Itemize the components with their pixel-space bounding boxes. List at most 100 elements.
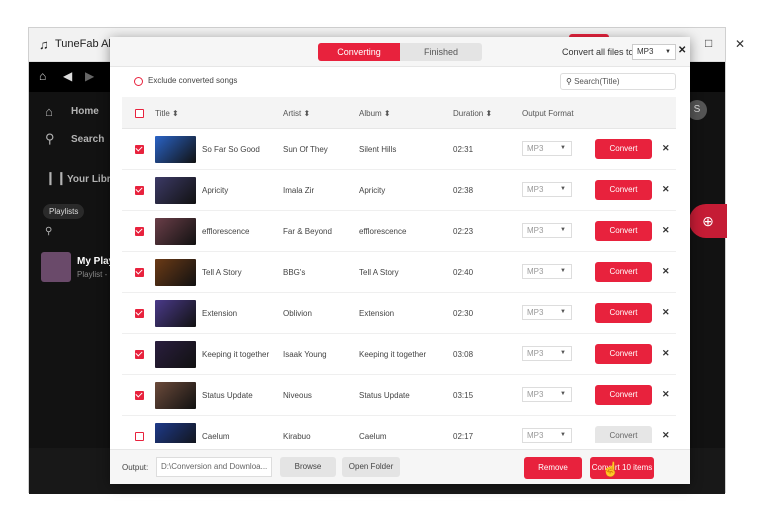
row-checkbox[interactable] (135, 145, 144, 154)
song-album: Caelum (359, 432, 387, 441)
remove-row-icon[interactable]: ✕ (662, 143, 670, 154)
album-art (155, 423, 196, 443)
album-art (155, 259, 196, 286)
chevron-down-icon: ▼ (560, 268, 566, 274)
song-album: Extension (359, 309, 395, 318)
window-close-icon[interactable]: ✕ (735, 37, 745, 51)
sidebar-library: Your Libra (67, 174, 117, 185)
remove-row-icon[interactable]: ✕ (662, 307, 670, 318)
song-title: Status Update (202, 391, 253, 400)
row-format-value: MP3 (527, 226, 544, 235)
remove-row-icon[interactable]: ✕ (662, 266, 670, 277)
row-convert-button[interactable]: Convert (595, 344, 652, 364)
table-row: efflorescence Far & Beyond efflorescence 02… (122, 211, 676, 252)
row-convert-button[interactable]: Convert (595, 303, 652, 323)
row-format-select[interactable]: MP3 ▼ (522, 305, 572, 320)
row-format-select[interactable]: MP3 ▼ (522, 264, 572, 279)
open-folder-button[interactable]: Open Folder (342, 457, 400, 477)
tab-finished[interactable]: Finished (400, 43, 482, 61)
screen: ♫ TuneFab All- □ ✕ ⌂ ◀ ▶ ⌂ Home ⚲ Search… (0, 0, 768, 523)
browse-button[interactable]: Browse (280, 457, 336, 477)
row-checkbox[interactable] (135, 309, 144, 318)
row-convert-button[interactable]: Convert (595, 385, 652, 405)
song-title: Extension (202, 309, 238, 318)
row-format-select[interactable]: MP3 ▼ (522, 387, 572, 402)
row-format-select[interactable]: MP3 ▼ (522, 223, 572, 238)
song-duration: 03:08 (453, 350, 474, 359)
song-duration: 02:30 (453, 309, 474, 318)
forward-arrow-icon: ▶ (85, 69, 95, 83)
search-icon: ⚲ (566, 77, 572, 86)
row-format-select[interactable]: MP3 ▼ (522, 182, 572, 197)
exclude-converted-radio[interactable] (134, 77, 143, 86)
album-art (155, 341, 196, 368)
song-album: Status Update (359, 391, 410, 400)
convert-all-format-value: MP3 (637, 47, 654, 56)
song-title: Caelum (202, 432, 230, 441)
column-duration[interactable]: Duration ⬍ (453, 109, 492, 118)
song-artist: Isaak Young (283, 350, 327, 359)
song-duration: 02:17 (453, 432, 474, 441)
album-art (155, 218, 196, 245)
row-checkbox[interactable] (135, 350, 144, 359)
home-nav-icon: ⌂ (39, 69, 47, 83)
row-checkbox[interactable] (135, 268, 144, 277)
table-row: Apricity Imala Zir Apricity 02:38 MP3 ▼ Conver… (122, 170, 676, 211)
album-art (155, 136, 196, 163)
table-row: Extension Oblivion Extension 02:30 MP3 ▼ Conve… (122, 293, 676, 334)
row-convert-button[interactable]: Convert (595, 139, 652, 159)
row-format-value: MP3 (527, 267, 544, 276)
library-icon: ❙❙ (45, 170, 67, 185)
row-convert-button[interactable]: Convert (595, 180, 652, 200)
dialog-close-icon[interactable]: ✕ (678, 45, 686, 56)
mouse-cursor-icon: ☝ (602, 461, 620, 477)
column-album[interactable]: Album ⬍ (359, 109, 391, 118)
remove-row-icon[interactable]: ✕ (662, 430, 670, 441)
playlist-title: My Play (77, 256, 115, 267)
convert-all-label: Convert all files to: (562, 47, 637, 57)
output-path-field[interactable]: D:\Conversion and Downloa... (156, 457, 272, 477)
song-album: Silent Hills (359, 145, 397, 154)
convert-all-format-select[interactable]: MP3 ▼ (632, 44, 676, 60)
song-album: Apricity (359, 186, 386, 195)
row-convert-button[interactable]: Convert (595, 262, 652, 282)
row-format-value: MP3 (527, 185, 544, 194)
chevron-down-icon: ▼ (560, 227, 566, 233)
remove-button[interactable]: Remove (524, 457, 582, 479)
row-format-select[interactable]: MP3 ▼ (522, 141, 572, 156)
row-checkbox[interactable] (135, 227, 144, 236)
exclude-converted-label: Exclude converted songs (148, 76, 238, 85)
remove-row-icon[interactable]: ✕ (662, 184, 670, 195)
row-format-select[interactable]: MP3 ▼ (522, 428, 572, 443)
sidebar-search: Search (71, 134, 105, 145)
output-label: Output: (122, 463, 149, 472)
row-convert-button[interactable]: Convert (595, 426, 652, 443)
remove-row-icon[interactable]: ✕ (662, 389, 670, 400)
row-convert-button[interactable]: Convert (595, 221, 652, 241)
row-checkbox[interactable] (135, 391, 144, 400)
column-title[interactable]: Title ⬍ (155, 109, 179, 118)
window-maximize-icon[interactable]: □ (705, 36, 712, 50)
table-row: Caelum Kirabuo Caelum 02:17 MP3 ▼ Convert ✕ (122, 416, 676, 443)
chevron-down-icon: ▼ (560, 432, 566, 438)
app-logo-icon: ♫ (39, 37, 49, 52)
row-format-value: MP3 (527, 431, 544, 440)
tab-converting[interactable]: Converting (318, 43, 400, 61)
library-search-icon: ⚲ (45, 226, 53, 237)
remove-row-icon[interactable]: ✕ (662, 225, 670, 236)
background-app-title: TuneFab All- (55, 38, 117, 50)
remove-row-icon[interactable]: ✕ (662, 348, 670, 359)
search-input[interactable]: ⚲ Search(Title) (560, 73, 676, 90)
user-avatar: S (687, 100, 707, 120)
song-duration: 02:40 (453, 268, 474, 277)
column-artist[interactable]: Artist ⬍ (283, 109, 310, 118)
song-duration: 02:23 (453, 227, 474, 236)
convert-items-button[interactable]: Convert 10 items (590, 457, 654, 479)
table-row: Status Update Niveous Status Update 03:15 MP… (122, 375, 676, 416)
add-floating-icon: ⊕ (689, 204, 727, 238)
row-format-select[interactable]: MP3 ▼ (522, 346, 572, 361)
select-all-checkbox[interactable] (135, 109, 144, 118)
row-checkbox[interactable] (135, 186, 144, 195)
playlists-pill: Playlists (43, 204, 85, 219)
row-checkbox[interactable] (135, 432, 144, 441)
